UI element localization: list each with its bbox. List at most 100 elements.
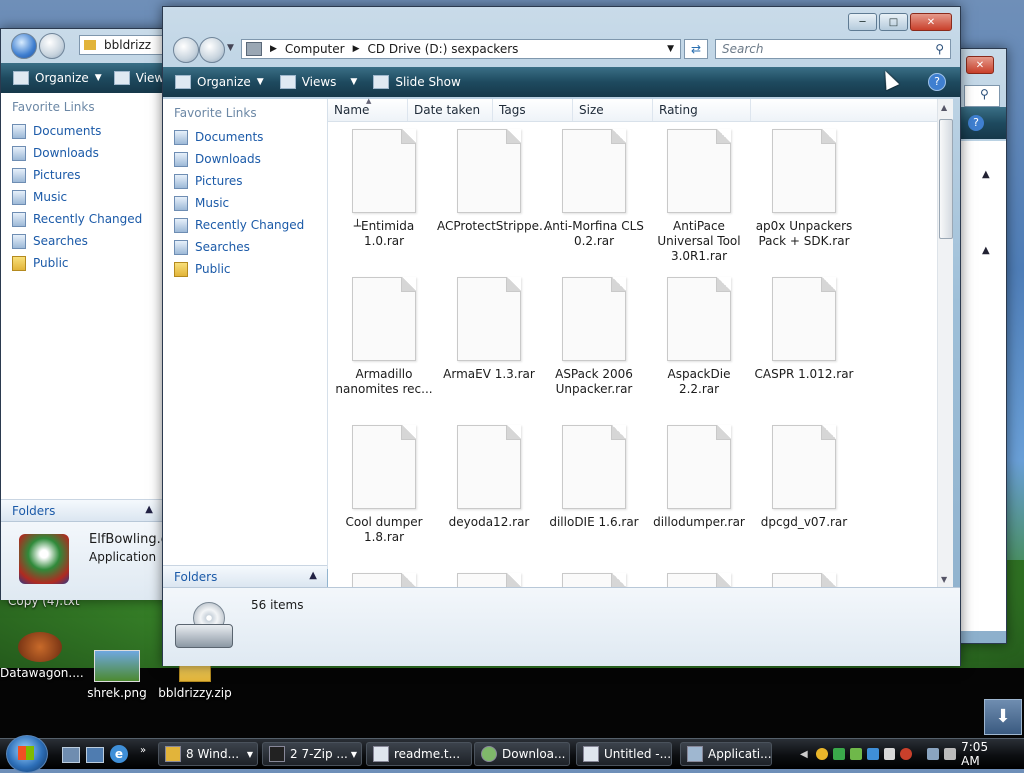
address-bar[interactable]: ▶ Computer ▶ CD Drive (D:) sexpackers ▼ bbox=[241, 39, 681, 59]
file-item-partial[interactable] bbox=[332, 573, 436, 587]
file-item[interactable]: Anti-Morfina CLS 0.2.rar bbox=[542, 129, 646, 249]
close-button[interactable]: ✕ bbox=[966, 56, 994, 74]
column-name[interactable]: Name ▲ bbox=[328, 97, 408, 121]
recent-pages-dropdown[interactable]: ▼ bbox=[227, 43, 234, 53]
file-item-partial[interactable] bbox=[437, 573, 541, 587]
taskbar-downloads[interactable]: Downloa... bbox=[474, 742, 570, 766]
file-item[interactable]: dpcgd_v07.rar bbox=[752, 425, 856, 530]
file-item[interactable]: ASPack 2006 Unpacker.rar bbox=[542, 277, 646, 397]
nav-item-downloads[interactable]: Downloads bbox=[163, 148, 327, 170]
file-item[interactable]: AntiPace Universal Tool 3.0R1.rar bbox=[647, 129, 751, 264]
nav-item-searches[interactable]: Searches bbox=[163, 236, 327, 258]
switch-windows-icon[interactable] bbox=[86, 747, 104, 763]
file-item[interactable]: deyoda12.rar bbox=[437, 425, 541, 530]
file-item[interactable]: ACProtectStrippe... bbox=[437, 129, 550, 234]
scroll-down-arrow[interactable]: ▼ bbox=[941, 575, 947, 584]
file-item[interactable]: ArmaEV 1.3.rar bbox=[437, 277, 541, 382]
tray-monitor-icon[interactable] bbox=[927, 748, 940, 760]
close-button[interactable]: ✕ bbox=[910, 13, 952, 31]
search-input[interactable]: Search ⚲ bbox=[715, 39, 951, 59]
internet-explorer-icon[interactable]: e bbox=[110, 745, 128, 763]
tray-ie-icon[interactable] bbox=[866, 748, 879, 760]
rar-file-icon bbox=[457, 129, 521, 213]
column-rating[interactable]: Rating bbox=[653, 99, 751, 121]
file-item[interactable]: AspackDie 2.2.rar bbox=[647, 277, 751, 397]
nav-item-music[interactable]: Music bbox=[1, 186, 163, 208]
search-icon[interactable]: ⚲ bbox=[980, 87, 989, 101]
column-size[interactable]: Size bbox=[573, 99, 653, 121]
taskbar-readme[interactable]: readme.t... bbox=[366, 742, 472, 766]
nav-item-public[interactable]: Public bbox=[1, 252, 163, 274]
desktop-icon-datawagon[interactable]: Datawagon.... bbox=[0, 632, 84, 680]
folders-toggle[interactable]: Folders ▲ bbox=[163, 565, 327, 587]
show-desktop-icon[interactable] bbox=[62, 747, 80, 763]
folders-toggle[interactable]: Folders ▲ bbox=[1, 499, 163, 521]
tray-volume-icon[interactable] bbox=[944, 748, 957, 760]
nav-item-pictures[interactable]: Pictures bbox=[1, 164, 163, 186]
taskbar-7zip-group[interactable]: 2 7-Zip ... ▼ bbox=[262, 742, 362, 766]
breadcrumb-computer[interactable]: Computer bbox=[285, 42, 345, 56]
tray-shield-icon[interactable] bbox=[815, 748, 828, 760]
file-item[interactable]: ┴Entimida 1.0.rar bbox=[332, 129, 436, 249]
nav-item-pictures[interactable]: Pictures bbox=[163, 170, 327, 192]
taskbar-untitled[interactable]: Untitled -... bbox=[576, 742, 672, 766]
nav-item-documents[interactable]: Documents bbox=[1, 120, 163, 142]
nav-item-searches[interactable]: Searches bbox=[1, 230, 163, 252]
views-button[interactable]: Views ▼ bbox=[279, 75, 357, 89]
file-item[interactable]: CASPR 1.012.rar bbox=[752, 277, 856, 382]
address-dropdown-icon[interactable]: ▼ bbox=[667, 44, 674, 54]
tray-network-icon[interactable] bbox=[832, 748, 845, 760]
taskbar-application[interactable]: Applicati... bbox=[680, 742, 772, 766]
address-bar[interactable]: bbldrizz bbox=[79, 35, 171, 55]
file-item[interactable]: dilloDIE 1.6.rar bbox=[542, 425, 646, 530]
views-icon bbox=[279, 75, 296, 89]
forward-arrow-icon[interactable] bbox=[39, 33, 65, 59]
file-item[interactable]: ap0x Unpackers Pack + SDK.rar bbox=[752, 129, 856, 249]
organize-button[interactable]: Organize ▼ bbox=[175, 75, 264, 89]
start-button[interactable] bbox=[6, 735, 48, 773]
file-item[interactable]: dillodumper.rar bbox=[647, 425, 751, 530]
download-arrow-icon[interactable]: ⬇ bbox=[984, 699, 1022, 735]
file-item-partial[interactable] bbox=[752, 573, 856, 587]
minimize-button[interactable]: ─ bbox=[848, 13, 877, 31]
help-icon[interactable]: ? bbox=[968, 115, 984, 131]
refresh-icon[interactable]: ⇄ bbox=[684, 39, 708, 59]
nav-item-documents[interactable]: Documents bbox=[163, 126, 327, 148]
back-arrow-icon[interactable] bbox=[173, 37, 199, 63]
nav-item-downloads[interactable]: Downloads bbox=[1, 142, 163, 164]
file-item[interactable]: Armadillo nanomites rec... bbox=[332, 277, 436, 397]
vertical-scrollbar[interactable]: ▲ ▼ bbox=[937, 99, 953, 587]
views-button[interactable]: View bbox=[113, 71, 164, 85]
file-item[interactable]: Cool dumper 1.8.rar bbox=[332, 425, 436, 545]
nav-pane: Favorite Links Documents Downloads Pictu… bbox=[1, 93, 164, 499]
breadcrumb-cd-drive[interactable]: CD Drive (D:) sexpackers bbox=[368, 42, 519, 56]
chevron-up-icon[interactable]: ▲ bbox=[982, 169, 990, 180]
file-item-partial[interactable] bbox=[647, 573, 751, 587]
tray-alert-icon[interactable] bbox=[900, 748, 913, 760]
clock[interactable]: 7:05 AM bbox=[961, 740, 1010, 768]
nav-item-recently-changed[interactable]: Recently Changed bbox=[163, 214, 327, 236]
taskbar-windows-group[interactable]: 8 Wind... ▼ bbox=[158, 742, 258, 766]
organize-button[interactable]: Organize ▼ bbox=[13, 71, 102, 85]
desktop-icon-shrek[interactable]: shrek.png bbox=[77, 650, 157, 700]
chevron-up-icon[interactable]: ▲ bbox=[982, 245, 990, 256]
scroll-up-arrow[interactable]: ▲ bbox=[941, 103, 947, 112]
nav-item-recently-changed[interactable]: Recently Changed bbox=[1, 208, 163, 230]
column-tags[interactable]: Tags bbox=[493, 99, 573, 121]
back-arrow-icon[interactable] bbox=[11, 33, 37, 59]
file-item-partial[interactable] bbox=[542, 573, 646, 587]
maximize-button[interactable]: □ bbox=[879, 13, 908, 31]
scrollbar-thumb[interactable] bbox=[939, 119, 953, 239]
column-date-taken[interactable]: Date taken bbox=[408, 99, 493, 121]
tray-app-icon[interactable] bbox=[849, 748, 862, 760]
nav-item-music[interactable]: Music bbox=[163, 192, 327, 214]
rar-file-icon bbox=[352, 129, 416, 213]
tray-update-icon[interactable] bbox=[883, 748, 896, 760]
search-icon[interactable]: ⚲ bbox=[935, 42, 944, 56]
tray-expand-icon[interactable]: ◀ bbox=[800, 749, 816, 760]
forward-arrow-icon[interactable] bbox=[199, 37, 225, 63]
nav-item-public[interactable]: Public bbox=[163, 258, 327, 280]
slideshow-button[interactable]: Slide Show bbox=[373, 75, 461, 89]
quicklaunch-chevron-icon[interactable]: » bbox=[140, 745, 146, 756]
help-icon[interactable]: ? bbox=[928, 73, 946, 91]
